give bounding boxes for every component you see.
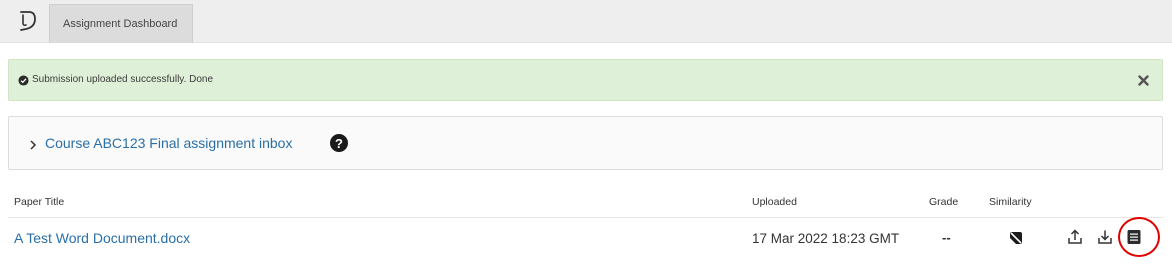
column-header-grade: Grade — [929, 196, 959, 208]
alert-message: Submission uploaded successfully. Done — [32, 74, 214, 85]
column-header-uploaded: Uploaded — [752, 196, 797, 208]
close-alert-button[interactable] — [1134, 71, 1152, 89]
table-divider — [8, 217, 1163, 218]
inbox-title-link[interactable]: Course ABC123 Final assignment inbox — [45, 135, 292, 151]
help-glyph: ? — [335, 135, 343, 151]
check-circle-icon — [18, 75, 29, 86]
question-circle-icon[interactable]: ? — [330, 134, 348, 152]
grade-value: -- — [942, 230, 951, 245]
tab-label: Assignment Dashboard — [63, 18, 178, 30]
upload-icon[interactable] — [1066, 228, 1084, 246]
success-alert: Submission uploaded successfully. Done — [8, 59, 1163, 101]
receipt-icon[interactable] — [1126, 229, 1142, 245]
close-icon — [1137, 74, 1149, 86]
similarity-pending-icon[interactable] — [1009, 231, 1023, 245]
paper-title-link[interactable]: A Test Word Document.docx — [14, 230, 190, 246]
uploaded-date: 17 Mar 2022 18:23 GMT — [752, 231, 900, 246]
column-header-paper-title: Paper Title — [14, 196, 65, 208]
turnitin-logo-icon[interactable] — [14, 9, 38, 33]
top-bar: Assignment Dashboard — [0, 0, 1172, 43]
assignment-inbox-panel: Course ABC123 Final assignment inbox ? — [8, 116, 1163, 170]
column-header-similarity: Similarity — [989, 196, 1032, 208]
chevron-right-icon[interactable] — [28, 139, 38, 151]
download-icon[interactable] — [1096, 228, 1114, 246]
tab-assignment-dashboard[interactable]: Assignment Dashboard — [49, 4, 193, 43]
